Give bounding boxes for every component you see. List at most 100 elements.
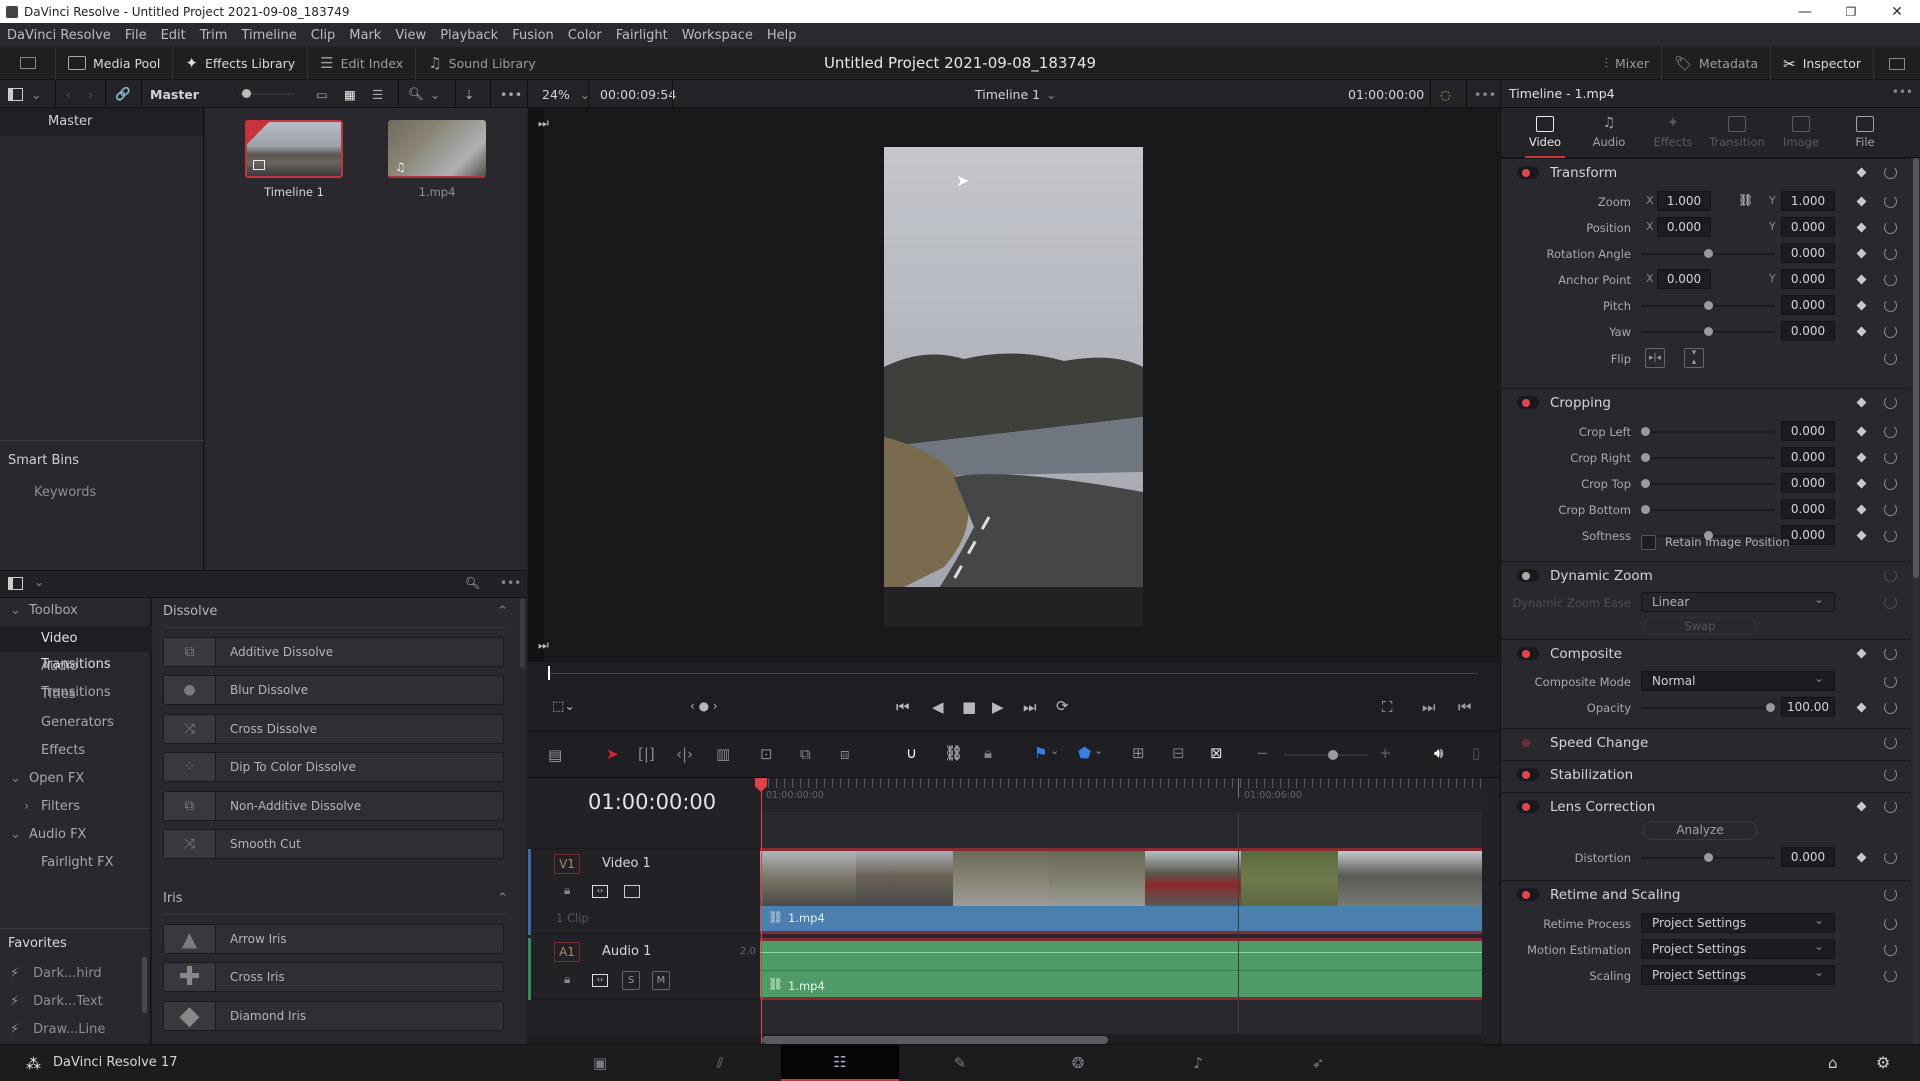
tree-video-transitions[interactable]: Video Transitions <box>0 626 151 672</box>
viewer-scrubber[interactable] <box>528 662 1499 686</box>
reset-icon[interactable] <box>1884 647 1897 660</box>
panel-toggle-button[interactable]: ⌄ <box>8 80 41 108</box>
match-frame-icon[interactable]: ⛶ <box>1382 698 1393 716</box>
crop-slider[interactable] <box>1641 479 1775 488</box>
inspector-options-button[interactable]: ••• <box>1892 85 1913 99</box>
sidebar-toggle-icon[interactable] <box>8 577 23 590</box>
reset-icon[interactable] <box>1884 247 1897 260</box>
lock-icon[interactable]: 🔒︎ <box>564 883 570 898</box>
effects-library-button[interactable]: ✦ Effects Library <box>173 46 309 80</box>
stop-button[interactable]: ■ <box>962 698 976 716</box>
track-id-a1[interactable]: A1 <box>554 942 580 962</box>
crop-slider[interactable] <box>1641 427 1775 436</box>
reset-icon[interactable] <box>1884 396 1897 409</box>
reset-icon[interactable] <box>1884 425 1897 438</box>
retain-image-position[interactable]: Retain Image Position <box>1501 532 1911 554</box>
reset-icon[interactable] <box>1884 851 1897 864</box>
scaling-dropdown[interactable]: Project Settings <box>1641 963 1835 985</box>
anchor-y-field[interactable]: 0.000 <box>1781 269 1835 289</box>
crop-slider[interactable] <box>1641 453 1775 462</box>
go-to-last-frame-icon[interactable]: ⏭ <box>538 638 549 653</box>
speed-change-toggle[interactable] <box>1517 736 1539 749</box>
page-deliver-button[interactable]: ➶ <box>1259 1045 1377 1081</box>
metadata-view-button[interactable]: ▭ <box>316 80 328 108</box>
opacity-slider[interactable] <box>1641 703 1775 712</box>
tree-fairlight-fx[interactable]: Fairlight FX <box>0 850 151 876</box>
replace-clip-icon[interactable]: ⧈ <box>840 745 850 763</box>
sound-library-button[interactable]: ♫ Sound Library <box>416 47 548 80</box>
menu-file[interactable]: File <box>118 28 154 43</box>
menu-trim[interactable]: Trim <box>193 28 235 43</box>
slider-thumb[interactable] <box>1703 249 1713 258</box>
menu-workspace[interactable]: Workspace <box>675 28 760 43</box>
group-dissolve-header[interactable]: Dissolve ⌃ <box>163 604 508 628</box>
auto-select-icon[interactable]: ‹› <box>592 974 608 987</box>
retime-process-dropdown[interactable]: Project Settings <box>1641 911 1835 933</box>
settings-gear-icon[interactable]: ⚙ <box>1876 1053 1890 1072</box>
timeline-area[interactable]: ⛓ 1.mp4 ⛓ 1.mp4 <box>760 778 1482 1048</box>
loop-button[interactable]: ⟳ <box>1056 697 1069 715</box>
lens-correction-toggle[interactable] <box>1517 800 1539 813</box>
zoom-out-icon[interactable]: − <box>1256 744 1269 762</box>
tree-generators[interactable]: Generators <box>0 710 151 736</box>
menu-color[interactable]: Color <box>561 28 609 43</box>
crop-value-field[interactable]: 0.000 <box>1781 447 1835 467</box>
inspector-button[interactable]: ✂ Inspector <box>1771 47 1874 80</box>
timeline-scrollbar-thumb[interactable] <box>762 1036 1108 1044</box>
crop-slider[interactable] <box>1641 505 1775 514</box>
thumbnail-size-slider[interactable] <box>238 80 294 108</box>
menu-fairlight[interactable]: Fairlight <box>609 28 675 43</box>
smart-bin-keywords[interactable]: Keywords <box>34 485 96 500</box>
transition-additive-dissolve[interactable]: ⧉ Additive Dissolve <box>163 637 504 667</box>
track-name[interactable]: Audio 1 <box>602 944 651 959</box>
section-stabilization[interactable]: Stabilization <box>1501 760 1911 788</box>
zoom-custom-icon[interactable]: ⊠ <box>1210 744 1223 762</box>
blade-tool-icon[interactable]: ▥ <box>716 745 730 763</box>
pitch-slider[interactable] <box>1641 301 1775 310</box>
effects-scrollbar[interactable] <box>520 598 525 668</box>
go-to-first-frame-icon[interactable]: ⏭ <box>538 116 549 131</box>
keyframe-icon[interactable] <box>1856 426 1867 437</box>
marker-icon[interactable]: ⬟ <box>1078 744 1091 762</box>
chevron-down-icon[interactable]: ⌄ <box>1050 744 1059 757</box>
reset-icon[interactable] <box>1884 352 1897 365</box>
keyframe-icon[interactable] <box>1856 452 1867 463</box>
reset-icon[interactable] <box>1884 701 1897 714</box>
insert-clip-icon[interactable]: ⊡ <box>760 745 773 763</box>
inspector-scrollbar[interactable] <box>1913 158 1919 1044</box>
zoom-full-icon[interactable]: ⊞ <box>1132 744 1145 762</box>
menu-timeline[interactable]: Timeline <box>234 28 303 43</box>
minimize-button[interactable]: — <box>1782 0 1828 23</box>
favorite-item[interactable]: ⚡︎ Draw...Line <box>10 1022 105 1037</box>
page-edit-button[interactable]: ☷ <box>781 1045 899 1081</box>
tree-open-fx[interactable]: ⌄ Open FX <box>0 766 151 792</box>
tab-video[interactable]: Video <box>1513 108 1577 158</box>
keyframe-icon[interactable] <box>1856 478 1867 489</box>
dynamic-zoom-toggle[interactable] <box>1517 569 1539 582</box>
reset-icon[interactable] <box>1884 503 1897 516</box>
track-visibility-icon[interactable] <box>624 885 640 898</box>
audio-meter-icon[interactable]: ▯ <box>1472 744 1480 762</box>
tab-file[interactable]: File <box>1833 108 1897 158</box>
search-button[interactable]: 🔍︎ ⌄ <box>408 80 440 108</box>
crop-value-field[interactable]: 0.000 <box>1781 473 1835 493</box>
transition-blur-dissolve[interactable]: ● Blur Dissolve <box>163 675 504 705</box>
stabilization-toggle[interactable] <box>1517 768 1539 781</box>
play-button[interactable]: ▶ <box>992 698 1004 716</box>
page-color-button[interactable]: ❂ <box>1019 1045 1137 1081</box>
anchor-x-field[interactable]: 0.000 <box>1657 269 1711 289</box>
crop-value-field[interactable]: 0.000 <box>1781 499 1835 519</box>
reset-icon[interactable] <box>1884 477 1897 490</box>
rotation-slider[interactable] <box>1641 249 1775 258</box>
viewer-options-button[interactable]: ••• <box>1474 80 1496 108</box>
maximize-button[interactable]: ❐ <box>1828 0 1874 23</box>
slider-thumb[interactable] <box>1641 505 1650 514</box>
motion-estimation-dropdown[interactable]: Project Settings <box>1641 937 1835 959</box>
color-wheel-icon[interactable]: ◌ <box>1440 80 1451 108</box>
cropping-toggle[interactable] <box>1517 396 1539 409</box>
video-clip[interactable]: ⛓ 1.mp4 <box>760 848 1482 934</box>
reset-icon[interactable] <box>1884 325 1897 338</box>
solo-button[interactable]: S <box>622 971 640 990</box>
metadata-button[interactable]: 🏷 Metadata <box>1662 47 1772 80</box>
previous-edit-icon[interactable]: ⏮ <box>1458 698 1472 716</box>
